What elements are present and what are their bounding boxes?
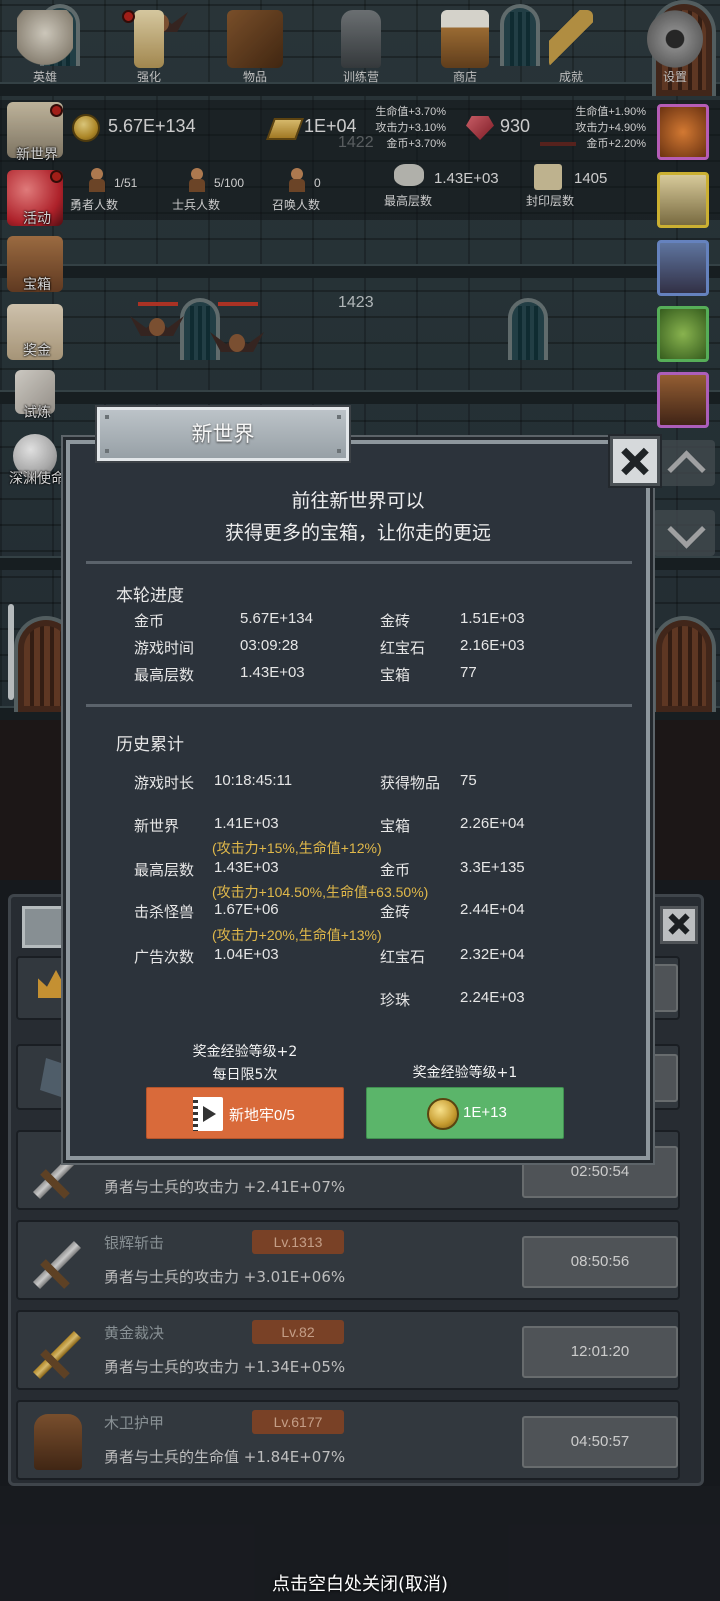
divider [86, 561, 632, 564]
stat-label: 宝箱 [380, 667, 411, 684]
stat-value: 1.67E+06 [214, 901, 279, 918]
stat-label: 金币 [380, 862, 411, 879]
new-world-coin-button[interactable]: 1E+13 [366, 1087, 564, 1139]
stat-value: 2.32E+04 [460, 946, 525, 963]
divider [86, 704, 632, 707]
stat-label: 宝箱 [380, 818, 411, 835]
stat-label: 广告次数 [134, 949, 195, 966]
bonus-text: (攻击力+104.50%,生命值+63.50%) [212, 884, 429, 900]
stat-label: 新世界 [134, 818, 180, 835]
stat-value: 2.16E+03 [460, 637, 525, 654]
new-dungeon-ad-button[interactable]: 新地牢0/5 [146, 1087, 344, 1139]
bonus-text: (攻击力+15%,生命值+12%) [212, 840, 382, 856]
stat-value: 1.04E+03 [214, 946, 279, 963]
stat-label: 游戏时长 [134, 775, 195, 792]
stat-label: 获得物品 [380, 775, 441, 792]
history-title: 历史累计 [116, 735, 184, 755]
stat-value: 3.3E+135 [460, 859, 525, 876]
dialog-intro-line1: 前往新世界可以 [291, 490, 425, 512]
stat-label: 金砖 [380, 904, 411, 921]
stat-value: 5.67E+134 [240, 610, 313, 627]
stat-label: 击杀怪兽 [134, 904, 195, 921]
stat-label: 游戏时间 [134, 640, 195, 657]
left-button-limit: 每日限5次 [212, 1067, 278, 1083]
stat-value: 75 [460, 772, 477, 789]
stat-label: 红宝石 [380, 949, 426, 966]
stat-label: 最高层数 [134, 862, 195, 879]
button-label: 1E+13 [463, 1104, 507, 1121]
stat-value: 10:18:45:11 [214, 772, 293, 789]
gold-coin-icon [427, 1098, 459, 1130]
stat-value: 1.51E+03 [460, 610, 525, 627]
stat-value: 2.44E+04 [460, 901, 525, 918]
stat-value: 03:09:28 [240, 637, 299, 654]
dialog-title: 新世界 [97, 407, 349, 461]
stat-label: 最高层数 [134, 667, 195, 684]
close-hint: 点击空白处关闭(取消) [271, 1574, 449, 1595]
video-icon [193, 1097, 223, 1131]
stat-value: 77 [460, 664, 477, 681]
round-progress-title: 本轮进度 [116, 586, 184, 606]
stat-value: 2.26E+04 [460, 815, 525, 832]
stat-label: 珍珠 [380, 992, 411, 1009]
dialog-intro-line2: 获得更多的宝箱，让你走的更远 [224, 522, 491, 544]
stat-value: 1.41E+03 [214, 815, 279, 832]
stat-value: 2.24E+03 [460, 989, 525, 1006]
stat-label: 金币 [134, 613, 165, 630]
bonus-text: (攻击力+20%,生命值+13%) [212, 927, 382, 943]
stat-label: 金砖 [380, 613, 411, 630]
stat-value: 1.43E+03 [214, 859, 279, 876]
right-button-caption: 奖金经验等级+1 [412, 1065, 518, 1081]
left-button-caption: 奖金经验等级+2 [192, 1044, 298, 1060]
stat-label: 红宝石 [380, 640, 426, 657]
dialog-close-button[interactable] [610, 436, 660, 486]
button-label: 新地牢0/5 [229, 1107, 295, 1124]
stat-value: 1.43E+03 [240, 664, 305, 681]
